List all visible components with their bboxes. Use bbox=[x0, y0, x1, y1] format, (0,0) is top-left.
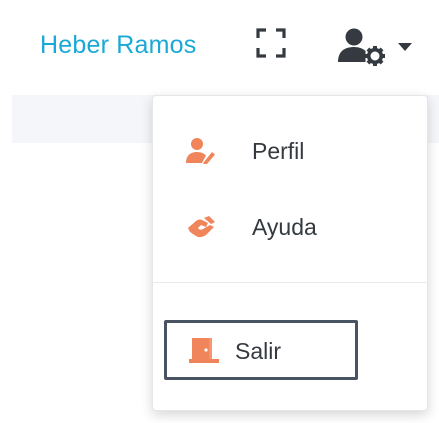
menu-item-ayuda[interactable]: Ayuda bbox=[152, 202, 428, 252]
menu-item-perfil[interactable]: Perfil bbox=[152, 126, 428, 176]
door-open-icon bbox=[189, 338, 219, 363]
caret-down-icon bbox=[398, 43, 412, 51]
menu-item-label: Salir bbox=[235, 338, 282, 364]
fullscreen-button[interactable] bbox=[255, 27, 287, 59]
logout-menu-item[interactable]: Salir bbox=[164, 320, 358, 380]
menu-item-label: Perfil bbox=[252, 138, 305, 164]
user-edit-icon bbox=[186, 138, 215, 164]
user-menu-toggle[interactable] bbox=[336, 26, 414, 66]
hands-helping-icon bbox=[188, 216, 215, 238]
top-navbar: Heber Ramos bbox=[0, 0, 439, 95]
menu-divider bbox=[152, 282, 428, 283]
user-cog-icon bbox=[338, 28, 385, 66]
expand-icon bbox=[256, 28, 286, 58]
user-name-link[interactable]: Heber Ramos bbox=[40, 28, 196, 62]
menu-item-label: Ayuda bbox=[252, 214, 317, 240]
